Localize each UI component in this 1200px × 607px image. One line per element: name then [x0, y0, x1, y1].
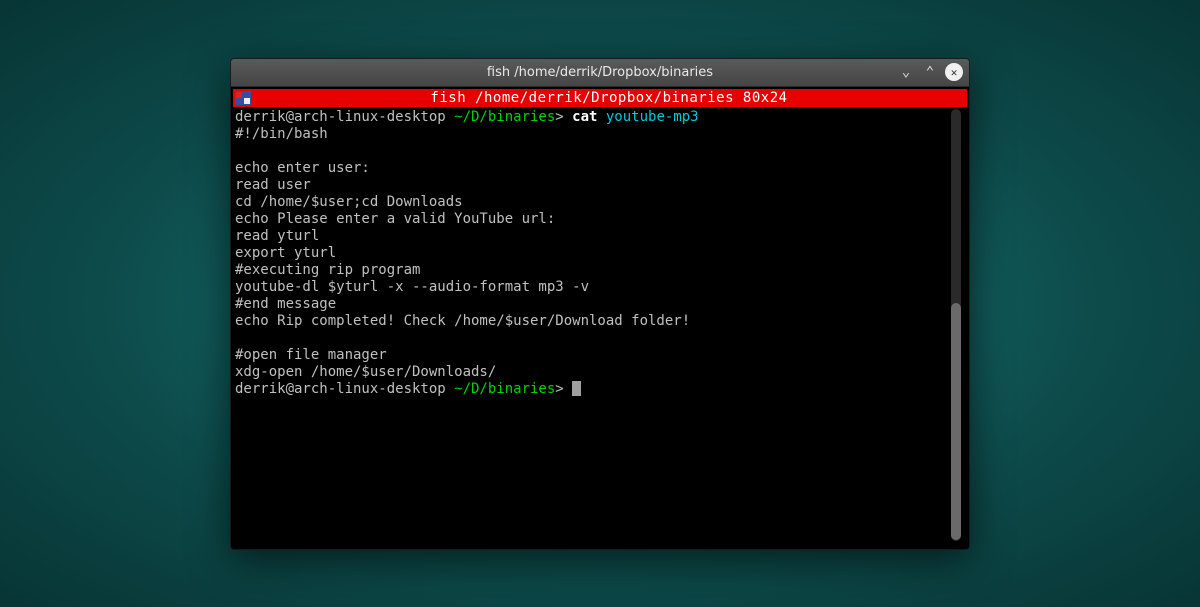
- terminal-window: fish /home/derrik/Dropbox/binaries ⌄ ⌃ ✕…: [230, 58, 970, 550]
- minimize-button[interactable]: ⌄: [897, 63, 915, 81]
- scrollbar-thumb[interactable]: [951, 303, 961, 541]
- maximize-button[interactable]: ⌃: [921, 63, 939, 81]
- terminal-tab-bar: fish /home/derrik/Dropbox/binaries 80x24: [233, 89, 967, 107]
- terminal-app-icon: [235, 91, 251, 105]
- window-controls: ⌄ ⌃ ✕: [897, 63, 963, 81]
- terminal-content[interactable]: derrik@arch-linux-desktop ~/D/binaries> …: [235, 109, 947, 541]
- terminal-body: derrik@arch-linux-desktop ~/D/binaries> …: [233, 107, 967, 547]
- terminal-scrollbar[interactable]: [951, 109, 961, 541]
- close-icon: ✕: [945, 63, 963, 81]
- chevron-down-icon: ⌄: [902, 65, 910, 79]
- terminal-tab-title: fish /home/derrik/Dropbox/binaries 80x24: [251, 90, 967, 106]
- close-button[interactable]: ✕: [945, 63, 963, 81]
- window-title: fish /home/derrik/Dropbox/binaries: [487, 65, 713, 80]
- terminal-wrap: fish /home/derrik/Dropbox/binaries 80x24…: [231, 87, 969, 549]
- terminal-cursor: [572, 381, 581, 396]
- chevron-up-icon: ⌃: [926, 65, 934, 79]
- window-titlebar[interactable]: fish /home/derrik/Dropbox/binaries ⌄ ⌃ ✕: [231, 59, 969, 87]
